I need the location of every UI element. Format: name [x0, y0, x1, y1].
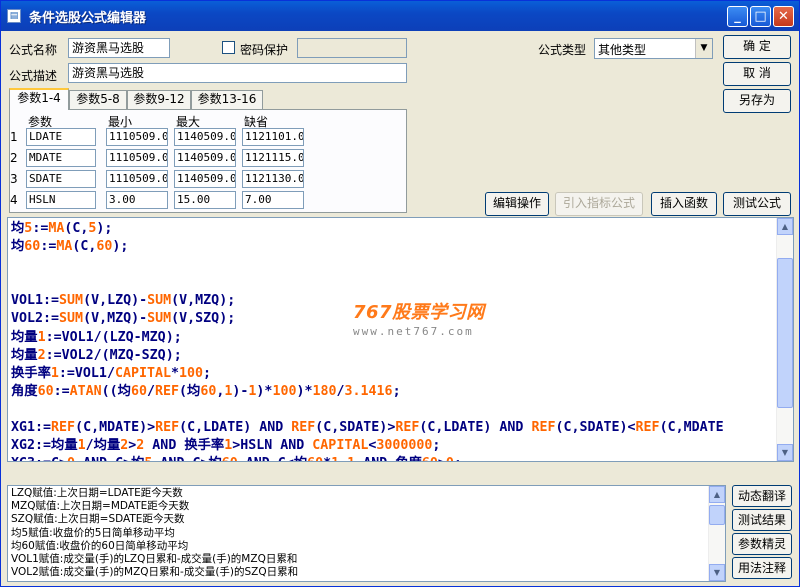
code-line[interactable]: [11, 401, 779, 419]
param-max-input[interactable]: 1140509.0: [174, 170, 236, 188]
param-min-input[interactable]: 3.00: [106, 191, 168, 209]
translation-line: MZQ赋值:上次日期=MDATE距今天数: [11, 500, 190, 513]
title-bar[interactable]: ▤ 条件选股公式编辑器 _ □ ✕: [1, 1, 799, 31]
code-line[interactable]: 角度60:=ATAN((均60/REF(均60,1)-1)*100)*180/3…: [11, 383, 779, 401]
password-label: 密码保护: [240, 43, 289, 57]
scroll-thumb[interactable]: [777, 258, 793, 408]
close-button[interactable]: ✕: [773, 6, 794, 27]
param-max-input[interactable]: 1140509.0: [174, 149, 236, 167]
formula-editor-window: ▤ 条件选股公式编辑器 _ □ ✕ 公式名称 游资黑马选股 密码保护 公式类型 …: [0, 0, 800, 587]
tab-params-5-8[interactable]: 参数5-8: [69, 90, 127, 109]
test-formula-button[interactable]: 测试公式: [723, 192, 791, 216]
formula-desc-label: 公式描述: [9, 69, 58, 83]
formula-type-value: 其他类型: [598, 43, 647, 57]
param-row-num: 1: [10, 130, 18, 144]
insert-function-button[interactable]: 插入函数: [651, 192, 717, 216]
formula-type-label: 公式类型: [538, 43, 587, 57]
translation-line: VOL1赋值:成交量(手)的LZQ日累和-成交量(手)的MZQ日累和: [11, 553, 298, 566]
code-line[interactable]: XG1:=REF(C,MDATE)>REF(C,LDATE) AND REF(C…: [11, 419, 779, 437]
edit-ops-button[interactable]: 编辑操作: [485, 192, 549, 216]
formula-type-select[interactable]: 其他类型 ▼: [594, 38, 713, 59]
param-name-input[interactable]: LDATE: [26, 128, 96, 146]
minimize-button[interactable]: _: [727, 6, 748, 27]
editor-scrollbar[interactable]: ▲ ▼: [776, 218, 793, 461]
code-line[interactable]: [11, 256, 779, 274]
code-line[interactable]: 均5:=MA(C,5);: [11, 220, 779, 238]
param-default-input[interactable]: 1121130.0: [242, 170, 304, 188]
code-line[interactable]: 均60:=MA(C,60);: [11, 238, 779, 256]
param-name-input[interactable]: HSLN: [26, 191, 96, 209]
param-default-input[interactable]: 1121101.0: [242, 128, 304, 146]
watermark-title: 767股票学习网: [353, 302, 485, 323]
tab-params-9-12[interactable]: 参数9-12: [127, 90, 191, 109]
tab-params-13-16[interactable]: 参数13-16: [191, 90, 263, 109]
param-min-input[interactable]: 1110509.0: [106, 170, 168, 188]
translation-line: 均5赋值:收盘价的5日简单移动平均: [11, 526, 175, 539]
scroll-up-icon[interactable]: ▲: [709, 486, 725, 503]
param-tips-button[interactable]: 参数精灵: [732, 533, 792, 555]
test-result-button[interactable]: 测试结果: [732, 509, 792, 531]
translation-lines: LZQ赋值:上次日期=LDATE距今天数 MZQ赋值:上次日期=MDATE距今天数…: [11, 487, 298, 579]
watermark: 767股票学习网 www.net767.com: [353, 298, 485, 338]
code-line[interactable]: XG3:=C>0 AND C>均5 AND C>均60 AND C<均60*1.…: [11, 455, 779, 461]
param-row-num: 3: [10, 172, 18, 186]
param-name-input[interactable]: MDATE: [26, 149, 96, 167]
import-indicator-button: 引入指标公式: [555, 192, 643, 216]
param-min-input[interactable]: 1110509.0: [106, 149, 168, 167]
scroll-thumb[interactable]: [709, 505, 725, 525]
code-line[interactable]: [11, 274, 779, 292]
code-line[interactable]: 换手率1:=VOL1/CAPITAL*100;: [11, 365, 779, 383]
desc-scrollbar[interactable]: ▲ ▼: [708, 486, 725, 581]
translation-line: 均60赋值:收盘价的60日简单移动平均: [11, 539, 189, 552]
code-text[interactable]: 均5:=MA(C,5); 均60:=MA(C,60); VOL1:=SUM(V,L…: [11, 220, 779, 461]
chevron-down-icon[interactable]: ▼: [695, 39, 712, 58]
save-as-button[interactable]: 另存为: [723, 89, 791, 113]
password-checkbox[interactable]: [222, 41, 235, 54]
scroll-down-icon[interactable]: ▼: [709, 564, 725, 581]
translation-line: LZQ赋值:上次日期=LDATE距今天数: [11, 487, 183, 499]
param-default-input[interactable]: 7.00: [242, 191, 304, 209]
formula-name-input[interactable]: 游资黑马选股: [68, 38, 170, 58]
ok-button[interactable]: 确 定: [723, 35, 791, 59]
param-max-input[interactable]: 15.00: [174, 191, 236, 209]
param-panel: 参数 最小 最大 缺省 1 LDATE 1110509.0 1140509.0 …: [9, 109, 407, 213]
formula-desc-input[interactable]: 游资黑马选股: [68, 63, 407, 83]
code-editor[interactable]: 均5:=MA(C,5); 均60:=MA(C,60); VOL1:=SUM(V,L…: [7, 217, 794, 462]
cancel-button[interactable]: 取 消: [723, 62, 791, 86]
app-icon: ▤: [7, 9, 21, 23]
formula-name-label: 公式名称: [9, 43, 58, 57]
usage-notes-button[interactable]: 用法注释: [732, 557, 792, 579]
code-line[interactable]: 均量2:=VOL2/(MZQ-SZQ);: [11, 347, 779, 365]
tab-params-1-4[interactable]: 参数1-4: [9, 88, 69, 110]
translation-line: SZQ赋值:上次日期=SDATE距今天数: [11, 513, 185, 526]
param-row-num: 4: [10, 193, 18, 207]
param-default-input[interactable]: 1121115.0: [242, 149, 304, 167]
translation-output: LZQ赋值:上次日期=LDATE距今天数 MZQ赋值:上次日期=MDATE距今天数…: [7, 485, 726, 582]
scroll-up-icon[interactable]: ▲: [777, 218, 793, 235]
param-max-input[interactable]: 1140509.0: [174, 128, 236, 146]
param-row-num: 2: [10, 151, 18, 165]
watermark-url: www.net767.com: [353, 325, 474, 338]
window-title: 条件选股公式编辑器: [29, 11, 147, 26]
translation-line: VOL2赋值:成交量(手)的MZQ日累和-成交量(手)的SZQ日累和: [11, 566, 299, 579]
maximize-button[interactable]: □: [750, 6, 771, 27]
scroll-down-icon[interactable]: ▼: [777, 444, 793, 461]
dynamic-translate-button[interactable]: 动态翻译: [732, 485, 792, 507]
password-input: [297, 38, 407, 58]
param-name-input[interactable]: SDATE: [26, 170, 96, 188]
param-min-input[interactable]: 1110509.0: [106, 128, 168, 146]
code-line[interactable]: XG2:=均量1/均量2>2 AND 换手率1>HSLN AND CAPITAL…: [11, 437, 779, 455]
